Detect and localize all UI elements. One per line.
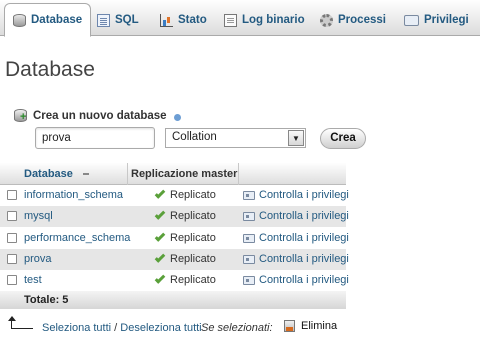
privileges-icon: [243, 275, 255, 285]
check-privileges-text: Controlla i privilegi: [259, 253, 349, 265]
chevron-down-icon[interactable]: ▼: [288, 130, 304, 146]
tab-label: Privilegi: [424, 14, 469, 26]
check-icon: [154, 252, 166, 263]
check-icon: [154, 231, 166, 242]
log-icon: [224, 13, 237, 27]
row-checkbox[interactable]: [7, 275, 17, 285]
selection-links: Seleziona tutti / Deseleziona tutti: [42, 322, 202, 334]
row-checkbox[interactable]: [7, 211, 17, 221]
check-privileges-text: Controlla i privilegi: [259, 274, 349, 286]
check-privileges-link[interactable]: Controlla i privilegi: [243, 189, 349, 201]
privileges-icon: [243, 233, 255, 243]
gear-icon: [320, 13, 333, 27]
column-divider: [238, 163, 239, 185]
row-checkbox[interactable]: [7, 254, 17, 264]
database-link[interactable]: test: [24, 274, 42, 286]
separator: /: [114, 322, 118, 334]
privileges-icon: [404, 14, 419, 26]
help-icon[interactable]: [173, 113, 181, 121]
with-selected-label: Se selezionati:: [201, 322, 273, 334]
check-privileges-text: Controlla i privilegi: [259, 232, 349, 244]
collation-select[interactable]: Collation ▼: [165, 128, 306, 148]
replication-status: Replicato: [154, 231, 216, 244]
table-row: information_schema Replicato Controlla i…: [0, 185, 349, 206]
replication-status: Replicato: [154, 273, 216, 286]
database-name-input[interactable]: [35, 127, 155, 149]
delete-label: Elimina: [301, 320, 338, 332]
page-title: Database: [5, 58, 95, 81]
check-icon: [154, 188, 166, 199]
check-privileges-link[interactable]: Controlla i privilegi: [243, 210, 349, 222]
tab-log-binario[interactable]: Log binario: [224, 4, 305, 36]
table-row: prova Replicato Controlla i privilegi: [0, 249, 349, 270]
replication-text: Replicato: [170, 274, 216, 286]
check-privileges-link[interactable]: Controlla i privilegi: [243, 253, 349, 265]
replication-text: Replicato: [170, 232, 216, 244]
replication-status: Replicato: [154, 188, 216, 201]
total-count: Totale: 5: [24, 294, 69, 306]
add-database-icon: [14, 109, 27, 122]
replication-status: Replicato: [154, 209, 216, 222]
table-row: performance_schema Replicato Controlla i…: [0, 228, 349, 249]
database-link[interactable]: prova: [24, 253, 52, 265]
privileges-icon: [243, 254, 255, 264]
tab-sql[interactable]: SQL: [97, 4, 139, 36]
tab-label: Stato: [178, 14, 207, 26]
table-row: mysql Replicato Controlla i privilegi: [0, 206, 349, 227]
tab-label: SQL: [115, 14, 139, 26]
tab-bar: Database SQL Stato Log binario Processi …: [0, 0, 480, 37]
table-header: Database Replicazione master: [0, 163, 346, 185]
deselect-all-link[interactable]: Deseleziona tutti: [120, 322, 201, 334]
column-divider: [127, 163, 128, 185]
delete-button[interactable]: Elimina: [284, 320, 337, 332]
sort-icon: [82, 173, 89, 176]
delete-icon: [284, 320, 295, 332]
replication-text: Replicato: [170, 253, 216, 265]
check-privileges-text: Controlla i privilegi: [259, 189, 349, 201]
column-header-database[interactable]: Database: [24, 168, 89, 180]
check-privileges-link[interactable]: Controlla i privilegi: [243, 274, 349, 286]
select-all-link[interactable]: Seleziona tutti: [42, 322, 111, 334]
replication-text: Replicato: [170, 210, 216, 222]
tab-label: Log binario: [242, 14, 305, 26]
row-checkbox[interactable]: [7, 233, 17, 243]
tab-processi[interactable]: Processi: [320, 4, 386, 36]
database-link[interactable]: performance_schema: [24, 232, 130, 244]
tab-database[interactable]: Database: [4, 3, 92, 37]
database-link[interactable]: information_schema: [24, 189, 123, 201]
privileges-icon: [243, 190, 255, 200]
database-link[interactable]: mysql: [24, 210, 53, 222]
privileges-icon: [243, 211, 255, 221]
status-chart-icon: [160, 13, 173, 27]
create-database-text: Crea un nuovo database: [33, 109, 167, 122]
replication-status: Replicato: [154, 252, 216, 265]
arrow-up-icon: [8, 316, 33, 329]
tab-privilegi[interactable]: Privilegi: [404, 4, 469, 36]
replication-text: Replicato: [170, 189, 216, 201]
check-icon: [154, 209, 166, 220]
create-button[interactable]: Crea: [320, 128, 366, 149]
check-privileges-link[interactable]: Controlla i privilegi: [243, 232, 349, 244]
check-privileges-text: Controlla i privilegi: [259, 210, 349, 222]
database-icon: [13, 13, 26, 27]
column-header-label: Database: [24, 168, 73, 180]
tab-stato[interactable]: Stato: [160, 4, 207, 36]
collation-value: Collation: [172, 131, 217, 143]
row-checkbox[interactable]: [7, 190, 17, 200]
tab-label: Processi: [338, 14, 386, 26]
check-icon: [154, 273, 166, 284]
table-row: test Replicato Controlla i privilegi: [0, 270, 349, 291]
sql-icon: [97, 13, 110, 27]
table-total-row: Totale: 5: [0, 291, 346, 309]
column-header-replication: Replicazione master: [131, 168, 238, 180]
create-database-label: Crea un nuovo database: [14, 109, 181, 122]
tab-label: Database: [31, 14, 83, 26]
